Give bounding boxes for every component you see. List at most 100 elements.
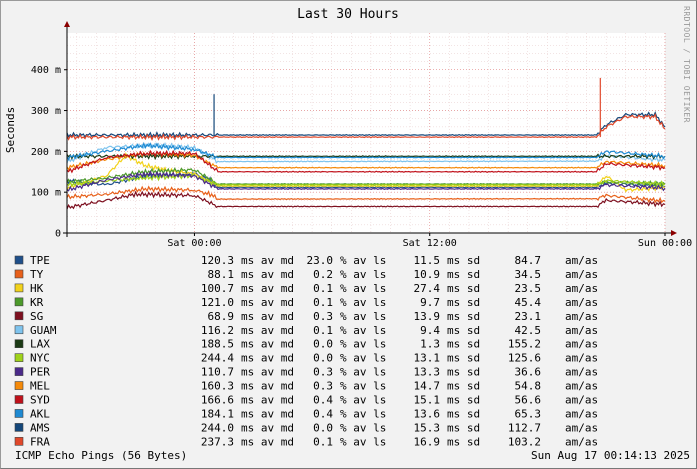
legend-amas: 23.5: [515, 282, 542, 295]
legend-name: AKL: [30, 407, 50, 420]
legend-loss: 0.4: [313, 407, 333, 420]
legend-loss: 0.3: [313, 380, 333, 393]
y-tick-label: 200 m: [31, 147, 61, 158]
legend-loss: 0.2: [313, 268, 333, 281]
legend-avg: 68.9: [208, 310, 235, 323]
legend-avg: 121.0: [201, 296, 234, 309]
legend-swatch: [14, 283, 24, 293]
legend-amas: 23.1: [515, 310, 542, 323]
legend-avg-unit: ms av md: [241, 394, 294, 407]
legend-loss: 0.1: [313, 282, 333, 295]
legend-loss-unit: % av ls: [340, 254, 386, 267]
legend-amas: 42.5: [515, 324, 542, 337]
legend-loss-unit: % av ls: [340, 394, 386, 407]
legend-loss-unit: % av ls: [340, 324, 386, 337]
legend-loss: 0.1: [313, 435, 333, 448]
legend-swatch: [14, 395, 24, 404]
x-tick-labels: Sat 00:00 Sat 12:00 Sun 00:00: [167, 233, 692, 249]
legend-name: TY: [30, 268, 44, 281]
legend-amas: 84.7: [515, 254, 542, 267]
legend-row-nyc: NYC 244.4 ms av md 0.0 % av ls 13.1 ms sd 125.6…: [14, 352, 598, 365]
legend-swatch: [14, 409, 24, 418]
legend-loss: 23.0: [307, 254, 334, 267]
legend-name: KR: [30, 296, 44, 309]
legend-name: TPE: [30, 254, 50, 267]
legend-loss-unit: % av ls: [340, 380, 386, 393]
legend-swatch: [14, 423, 24, 432]
legend-swatch: [14, 255, 24, 265]
legend-sd: 10.9: [414, 268, 441, 281]
legend-sd: 14.7: [414, 380, 441, 393]
legend-avg-unit: ms av md: [241, 268, 294, 281]
legend-sd: 13.1: [414, 352, 441, 365]
legend-loss: 0.4: [313, 394, 333, 407]
legend-avg: 110.7: [201, 366, 234, 379]
legend-avg: 166.6: [201, 394, 234, 407]
x-tick-label: Sat 12:00: [403, 238, 457, 249]
legend-swatch: [14, 353, 24, 362]
legend-amas: 54.8: [515, 380, 542, 393]
legend-avg-unit: ms av md: [241, 380, 294, 393]
y-axis-label: Seconds: [4, 107, 17, 153]
legend-sd-unit: ms sd: [447, 268, 480, 281]
legend-sd-unit: ms sd: [447, 254, 480, 267]
y-tick-label: 100 m: [31, 188, 61, 199]
y-axis-arrow: [64, 21, 70, 27]
footer-right: Sun Aug 17 00:14:13 2025: [531, 449, 690, 462]
legend-avg: 100.7: [201, 282, 234, 295]
legend-row-tpe: TPE 120.3 ms av md 23.0 % av ls 11.5 ms sd 84.7…: [14, 254, 598, 267]
legend-swatch: [14, 381, 24, 390]
legend-loss: 0.0: [313, 338, 333, 351]
y-tick-label: 0: [55, 229, 61, 240]
legend-sd-unit: ms sd: [447, 421, 480, 434]
legend-avg-unit: ms av md: [241, 296, 294, 309]
chart-title: Last 30 Hours: [297, 7, 399, 22]
legend-avg-unit: ms av md: [241, 338, 294, 351]
legend-amas: 65.3: [515, 407, 542, 420]
legend-amas-unit: am/as: [565, 380, 598, 393]
legend-sd: 16.9: [414, 435, 441, 448]
legend-sd: 11.5: [414, 254, 441, 267]
legend-sd: 13.3: [414, 366, 441, 379]
legend-sd: 1.3: [420, 338, 440, 351]
legend-avg-unit: ms av md: [241, 407, 294, 420]
legend-name: GUAM: [30, 324, 57, 337]
legend-swatch: [14, 269, 24, 279]
legend-amas-unit: am/as: [565, 407, 598, 420]
legend-loss: 0.3: [313, 366, 333, 379]
legend-avg: 160.3: [201, 380, 234, 393]
legend-amas-unit: am/as: [565, 268, 598, 281]
legend-avg: 188.5: [201, 338, 234, 351]
legend-swatch: [14, 325, 24, 335]
legend-avg-unit: ms av md: [241, 352, 294, 365]
legend-swatch: [14, 311, 24, 321]
legend-avg-unit: ms av md: [241, 310, 294, 323]
legend-row-sg: SG 68.9 ms av md 0.3 % av ls 13.9 ms sd 23.1 am/…: [14, 310, 598, 323]
x-axis-arrow: [671, 230, 677, 236]
legend-name: MEL: [30, 380, 50, 393]
legend-loss: 0.1: [313, 296, 333, 309]
legend: TPE 120.3 ms av md 23.0 % av ls 11.5 ms sd 84.7…: [14, 254, 598, 448]
legend-loss-unit: % av ls: [340, 407, 386, 420]
legend-amas-unit: am/as: [565, 352, 598, 365]
legend-sd: 27.4: [414, 282, 441, 295]
legend-swatch: [14, 297, 24, 307]
legend-sd: 13.6: [414, 407, 441, 420]
legend-loss: 0.0: [313, 352, 333, 365]
legend-avg: 88.1: [208, 268, 235, 281]
legend-name: HK: [30, 282, 44, 295]
side-credit: RRDTOOL / TOBI OETIKER: [682, 6, 691, 123]
legend-row-fra: FRA 237.3 ms av md 0.1 % av ls 16.9 ms sd 103.2…: [14, 435, 598, 448]
legend-sd-unit: ms sd: [447, 394, 480, 407]
legend-amas-unit: am/as: [565, 254, 598, 267]
legend-row-mel: MEL 160.3 ms av md 0.3 % av ls 14.7 ms sd 54.8 a…: [14, 380, 598, 393]
legend-avg: 120.3: [201, 254, 234, 267]
legend-row-akl: AKL 184.1 ms av md 0.4 % av ls 13.6 ms sd 65.3 a…: [14, 407, 598, 420]
legend-row-per: PER 110.7 ms av md 0.3 % av ls 13.3 ms sd 36.6 a…: [14, 366, 598, 379]
legend-avg: 237.3: [201, 435, 234, 448]
legend-sd-unit: ms sd: [447, 310, 480, 323]
legend-amas-unit: am/as: [565, 282, 598, 295]
legend-loss-unit: % av ls: [340, 310, 386, 323]
legend-amas-unit: am/as: [565, 435, 598, 448]
legend-amas-unit: am/as: [565, 310, 598, 323]
